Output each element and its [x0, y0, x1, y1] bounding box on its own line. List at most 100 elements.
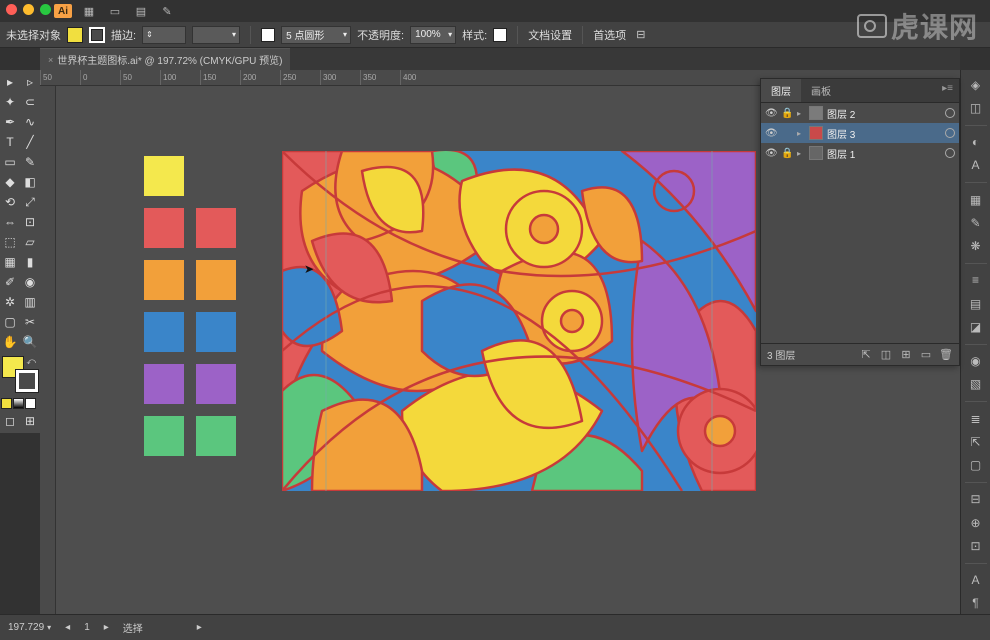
- new-layer-icon[interactable]: ▭: [919, 348, 933, 362]
- lock-toggle-icon[interactable]: 🔒: [781, 148, 793, 159]
- locate-object-icon[interactable]: ⇱: [859, 348, 873, 362]
- palette-swatch[interactable]: [144, 156, 184, 196]
- palette-swatch[interactable]: [196, 416, 236, 456]
- layer-name[interactable]: 图层 2: [827, 106, 941, 121]
- minimize-window-button[interactable]: [23, 4, 34, 15]
- tab-artboards[interactable]: 画板: [801, 79, 841, 102]
- direct-selection-tool[interactable]: ▹: [20, 72, 40, 92]
- color-mode-none[interactable]: [25, 398, 36, 409]
- swap-fill-stroke-icon[interactable]: ⤺: [26, 356, 36, 367]
- palette-swatch[interactable]: [196, 208, 236, 248]
- target-icon[interactable]: [945, 128, 955, 138]
- asset-export-panel-icon[interactable]: ⇱: [965, 431, 987, 452]
- type-tool[interactable]: T: [0, 132, 20, 152]
- scale-tool[interactable]: ⤢: [20, 192, 40, 212]
- artboard-tool[interactable]: ▢: [0, 312, 20, 332]
- pen-tool[interactable]: ✒: [0, 112, 20, 132]
- zoom-window-button[interactable]: [40, 4, 51, 15]
- properties-panel-icon[interactable]: ◈: [965, 74, 987, 95]
- rotate-tool[interactable]: ⟲: [0, 192, 20, 212]
- stroke-panel-icon[interactable]: ≡: [965, 270, 987, 291]
- color-mode-solid[interactable]: [1, 398, 12, 409]
- visibility-toggle-icon[interactable]: 👁: [765, 128, 777, 139]
- symbols-panel-icon[interactable]: ❋: [965, 236, 987, 257]
- artboard-nav-prev-icon[interactable]: ◂: [65, 622, 70, 633]
- tab-layers[interactable]: 图层: [761, 79, 801, 102]
- paragraph-panel-icon[interactable]: ¶: [965, 593, 987, 614]
- palette-swatch[interactable]: [144, 364, 184, 404]
- transparency-panel-icon[interactable]: ◪: [965, 316, 987, 337]
- paintbrush-tool[interactable]: ✎: [20, 152, 40, 172]
- palette-swatch[interactable]: [144, 260, 184, 300]
- rectangle-tool[interactable]: ▭: [0, 152, 20, 172]
- appearance-panel-icon[interactable]: ◉: [965, 351, 987, 372]
- stroke-variable-dropdown[interactable]: [192, 26, 240, 44]
- bridge-icon[interactable]: ▦: [80, 2, 98, 20]
- column-graph-tool[interactable]: ▥: [20, 292, 40, 312]
- color-guide-panel-icon[interactable]: A: [965, 155, 987, 176]
- zoom-level-dropdown[interactable]: 197.729▾: [8, 622, 51, 633]
- free-transform-tool[interactable]: ⊡: [20, 212, 40, 232]
- target-icon[interactable]: [945, 108, 955, 118]
- screen-mode[interactable]: ⊞: [20, 411, 40, 431]
- fill-stroke-control[interactable]: ⤺: [2, 356, 38, 392]
- palette-swatch[interactable]: [144, 416, 184, 456]
- status-scroll-thumb[interactable]: ▸: [197, 622, 202, 633]
- target-icon[interactable]: [945, 148, 955, 158]
- perspective-tool[interactable]: ▱: [20, 232, 40, 252]
- layer-name[interactable]: 图层 1: [827, 146, 941, 161]
- brush-profile-dropdown[interactable]: 5 点圆形: [281, 26, 351, 44]
- stroke-color-box[interactable]: [16, 370, 38, 392]
- hand-tool[interactable]: ✋: [0, 332, 20, 352]
- arrange-docs-icon[interactable]: ▭: [106, 2, 124, 20]
- stock-icon[interactable]: ▤: [132, 2, 150, 20]
- layer-row[interactable]: 👁🔒▸图层 2: [761, 103, 959, 123]
- magic-wand-tool[interactable]: ✦: [0, 92, 20, 112]
- brushes-panel-icon[interactable]: ✎: [965, 212, 987, 233]
- palette-swatch[interactable]: [144, 312, 184, 352]
- visibility-toggle-icon[interactable]: 👁: [765, 108, 777, 119]
- shaper-tool[interactable]: ◆: [0, 172, 20, 192]
- mesh-tool[interactable]: ▦: [0, 252, 20, 272]
- make-clipping-mask-icon[interactable]: ◫: [879, 348, 893, 362]
- layer-row[interactable]: 👁 🔒 ▸ 图层 1: [761, 143, 959, 163]
- preferences-button[interactable]: 首选项: [593, 27, 626, 43]
- search-icon[interactable]: ✎: [158, 2, 176, 20]
- disclosure-icon[interactable]: ▸: [797, 129, 805, 138]
- draw-mode-normal[interactable]: ◻: [0, 411, 20, 431]
- layer-name[interactable]: 图层 3: [827, 126, 941, 141]
- artboard-nav-next-icon[interactable]: ▸: [104, 622, 109, 633]
- layers-panel-icon[interactable]: ≣: [965, 408, 987, 429]
- blend-tool[interactable]: ◉: [20, 272, 40, 292]
- layer-row[interactable]: 👁 ▸ 图层 3: [761, 123, 959, 143]
- eyedropper-tool[interactable]: ✐: [0, 272, 20, 292]
- document-setup-button[interactable]: 文档设置: [528, 27, 572, 43]
- stroke-width-input[interactable]: ⇕: [142, 26, 186, 44]
- fill-swatch[interactable]: [67, 27, 83, 43]
- shape-builder-tool[interactable]: ⬚: [0, 232, 20, 252]
- color-panel-icon[interactable]: ◐: [965, 132, 987, 153]
- stroke-swatch[interactable]: [89, 27, 105, 43]
- close-tab-icon[interactable]: ×: [48, 55, 53, 65]
- swatches-panel-icon[interactable]: ▦: [965, 189, 987, 210]
- selection-tool[interactable]: ▸: [0, 72, 20, 92]
- graphic-styles-panel-icon[interactable]: ▧: [965, 374, 987, 395]
- palette-swatch[interactable]: [144, 208, 184, 248]
- palette-swatch[interactable]: [196, 364, 236, 404]
- opacity-input[interactable]: 100%: [410, 26, 456, 44]
- zoom-tool[interactable]: 🔍: [20, 332, 40, 352]
- slice-tool[interactable]: ✂: [20, 312, 40, 332]
- close-window-button[interactable]: [6, 4, 17, 15]
- visibility-toggle-icon[interactable]: 👁: [765, 148, 777, 159]
- disclosure-icon[interactable]: ▸: [797, 149, 805, 158]
- libraries-panel-icon[interactable]: ◫: [965, 97, 987, 118]
- brush-profile-swatch[interactable]: [261, 28, 275, 42]
- gradient-tool[interactable]: ▮: [20, 252, 40, 272]
- color-mode-gradient[interactable]: [13, 398, 24, 409]
- align-panel-icon[interactable]: ⊟: [965, 489, 987, 510]
- symbol-sprayer-tool[interactable]: ✲: [0, 292, 20, 312]
- gradient-panel-icon[interactable]: ▤: [965, 293, 987, 314]
- artboards-panel-icon[interactable]: ▢: [965, 455, 987, 476]
- disclosure-icon[interactable]: ▸: [797, 109, 805, 118]
- panel-menu-icon[interactable]: ▸≡: [936, 79, 959, 102]
